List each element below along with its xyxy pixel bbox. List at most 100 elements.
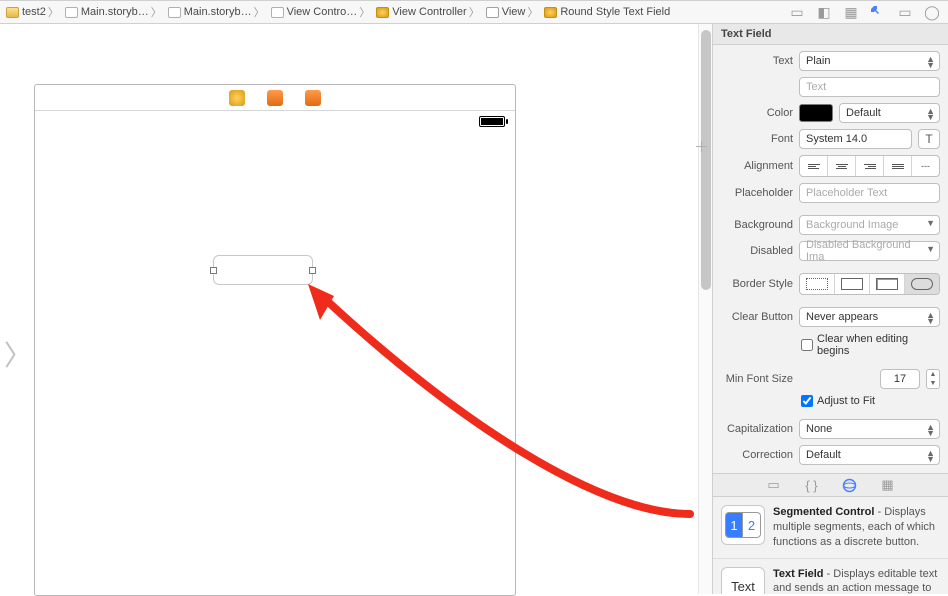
- resize-handle-right[interactable]: [309, 267, 316, 274]
- folder-icon: [6, 7, 19, 18]
- library-item-segmented[interactable]: 12 Segmented Control - Displays multiple…: [713, 497, 948, 559]
- scrollbar-thumb[interactable]: [701, 30, 711, 290]
- border-rounded[interactable]: [905, 274, 939, 294]
- correction-select[interactable]: Default▲▼: [799, 445, 940, 465]
- font-picker-button[interactable]: T: [918, 129, 940, 149]
- crumb-label: Main.storyb…: [184, 6, 252, 18]
- capitalization-select[interactable]: None▲▼: [799, 419, 940, 439]
- background-select[interactable]: Background Image▼: [799, 215, 940, 235]
- attributes-inspector-tab[interactable]: [870, 4, 886, 20]
- crumb-viewcontroller[interactable]: View Controller 〉: [374, 4, 483, 20]
- crumb-view[interactable]: View 〉: [484, 4, 543, 20]
- crumb-project[interactable]: test2 〉: [4, 4, 63, 20]
- storyboard-icon: [168, 7, 181, 18]
- resize-handle-left[interactable]: [210, 267, 217, 274]
- adjust-to-fit-input[interactable]: [801, 395, 813, 407]
- min-font-size-input[interactable]: 17: [880, 369, 920, 389]
- canvas-scrollbar[interactable]: [698, 24, 712, 594]
- clear-when-editing-checkbox[interactable]: Clear when editing begins: [801, 333, 940, 357]
- align-center[interactable]: [828, 156, 856, 176]
- disabled-label: Disabled: [721, 245, 793, 257]
- connections-inspector-tab[interactable]: ◯: [924, 4, 940, 20]
- background-label: Background: [721, 219, 793, 231]
- clear-when-editing-label: Clear when editing begins: [817, 333, 940, 357]
- crumb-label: View Controller: [392, 6, 466, 18]
- library-item-textfield[interactable]: Text Text Field - Displays editable text…: [713, 559, 948, 594]
- min-font-size-stepper[interactable]: ▲▼: [926, 369, 940, 389]
- font-input[interactable]: System 14.0: [799, 129, 912, 149]
- segmented-control-thumb: 12: [721, 505, 765, 545]
- clear-when-editing-input[interactable]: [801, 339, 813, 351]
- media-library-tab[interactable]: ▦: [880, 477, 896, 493]
- battery-icon: [479, 116, 505, 127]
- first-responder-icon[interactable]: [267, 90, 283, 106]
- alignment-segmented[interactable]: ---: [799, 155, 940, 177]
- placeholder-input[interactable]: Placeholder Text: [799, 183, 940, 203]
- add-constraint-gutter-icon[interactable]: ＋: [694, 136, 709, 157]
- borderstyle-label: Border Style: [721, 278, 793, 290]
- library-item-desc: Text Field - Displays editable text and …: [773, 567, 940, 594]
- clear-button-select[interactable]: Never appears▲▼: [799, 307, 940, 327]
- breadcrumb-bar: test2 〉 Main.storyb… 〉 Main.storyb… 〉 Vi…: [0, 0, 948, 24]
- identity-inspector-tab[interactable]: ▦: [843, 4, 859, 20]
- storyboard-icon: [65, 7, 78, 18]
- text-value-input[interactable]: Text: [799, 77, 940, 97]
- align-right[interactable]: [856, 156, 884, 176]
- text-mode-select[interactable]: Plain▲▼: [799, 51, 940, 71]
- disabled-background-select[interactable]: Disabled Background Ima▼: [799, 241, 940, 261]
- alignment-label: Alignment: [721, 160, 793, 172]
- crumb-scene[interactable]: View Contro… 〉: [269, 4, 375, 20]
- align-left[interactable]: [800, 156, 828, 176]
- scene-icon: [271, 7, 284, 18]
- crumb-label: Round Style Text Field: [560, 6, 670, 18]
- placeholder-label: Placeholder: [721, 187, 793, 199]
- font-label: Font: [721, 133, 793, 145]
- viewcontroller-icon: [376, 7, 389, 18]
- crumb-label: Main.storyb…: [81, 6, 149, 18]
- border-style-segmented[interactable]: [799, 273, 940, 295]
- size-inspector-tab[interactable]: ▭: [897, 4, 913, 20]
- crumb-label: test2: [22, 6, 46, 18]
- attributes-inspector: Text Field Text Plain▲▼ Text Color Defau…: [712, 24, 948, 594]
- adjust-to-fit-checkbox[interactable]: Adjust to Fit: [801, 395, 940, 407]
- align-justify[interactable]: [884, 156, 912, 176]
- scene-dock: [35, 85, 515, 111]
- file-template-library-tab[interactable]: ▭: [766, 477, 782, 493]
- color-select[interactable]: Default▲▼: [839, 103, 940, 123]
- color-swatch[interactable]: [799, 104, 833, 122]
- interface-builder-canvas[interactable]: 〉: [0, 24, 712, 594]
- library-tab-bar: ▭ { } ▦: [713, 473, 948, 497]
- library-item-desc: Segmented Control - Displays multiple se…: [773, 505, 940, 550]
- object-library-tab[interactable]: [842, 477, 858, 493]
- text-label: Text: [721, 55, 793, 67]
- border-line[interactable]: [835, 274, 870, 294]
- view-icon: [486, 7, 499, 18]
- file-inspector-tab[interactable]: ▭: [789, 4, 805, 20]
- selected-text-field[interactable]: [213, 255, 313, 285]
- border-none[interactable]: [800, 274, 835, 294]
- text-field-thumb: Text: [721, 567, 765, 594]
- code-snippet-library-tab[interactable]: { }: [804, 477, 820, 493]
- border-bezel[interactable]: [870, 274, 905, 294]
- clearbutton-label: Clear Button: [721, 311, 793, 323]
- correction-label: Correction: [721, 449, 793, 461]
- minfont-label: Min Font Size: [721, 373, 793, 385]
- inspector-tab-bar: ▭ ◧ ▦ ▭ ◯: [789, 4, 940, 20]
- color-label: Color: [721, 107, 793, 119]
- adjust-to-fit-label: Adjust to Fit: [817, 395, 875, 407]
- inspector-section-title: Text Field: [713, 24, 948, 45]
- crumb-label: View: [502, 6, 526, 18]
- textfield-icon: [544, 7, 557, 18]
- crumb-storyboard-2[interactable]: Main.storyb… 〉: [166, 4, 269, 20]
- viewcontroller-object-icon[interactable]: [229, 90, 245, 106]
- quickhelp-inspector-tab[interactable]: ◧: [816, 4, 832, 20]
- object-library[interactable]: 12 Segmented Control - Displays multiple…: [713, 497, 948, 594]
- crumb-label: View Contro…: [287, 6, 358, 18]
- align-natural[interactable]: ---: [912, 156, 939, 176]
- crumb-storyboard-1[interactable]: Main.storyb… 〉: [63, 4, 166, 20]
- view-controller-scene[interactable]: [34, 84, 516, 596]
- capitalization-label: Capitalization: [721, 423, 793, 435]
- crumb-textfield[interactable]: Round Style Text Field: [542, 6, 672, 18]
- exit-icon[interactable]: [305, 90, 321, 106]
- expand-outline-arrow-icon[interactable]: 〉: [4, 334, 32, 374]
